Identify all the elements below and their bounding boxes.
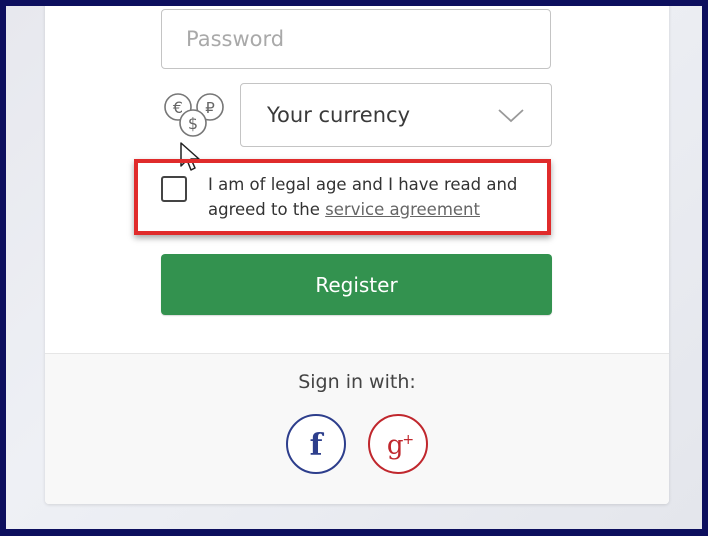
service-agreement-link[interactable]: service agreement xyxy=(325,200,480,219)
page-background: € ₽ $ Your currency I am of legal age an… xyxy=(6,6,702,529)
agreement-checkbox[interactable] xyxy=(161,176,187,202)
svg-text:$: $ xyxy=(188,114,198,133)
register-button[interactable]: Register xyxy=(161,254,552,315)
google-plus-sign-in-button[interactable]: g + xyxy=(368,414,428,474)
currency-select-value: Your currency xyxy=(267,103,411,127)
agreement-label: I am of legal age and I have read and ag… xyxy=(208,172,548,222)
facebook-icon: f xyxy=(310,428,325,463)
svg-text:+: + xyxy=(402,432,414,448)
registration-card: € ₽ $ Your currency I am of legal age an… xyxy=(45,6,669,504)
sign-in-with-label: Sign in with: xyxy=(298,371,416,393)
password-input[interactable] xyxy=(161,9,551,69)
currency-select[interactable]: Your currency xyxy=(240,83,552,147)
facebook-sign-in-button[interactable]: f xyxy=(286,414,346,474)
currency-coins-icon: € ₽ $ xyxy=(164,93,224,137)
social-sign-in-section: Sign in with: f g + xyxy=(45,354,669,504)
google-plus-icon: g + xyxy=(387,430,414,460)
svg-text:g: g xyxy=(387,430,404,460)
chevron-down-icon xyxy=(498,109,524,123)
svg-text:f: f xyxy=(310,428,325,463)
svg-text:€: € xyxy=(173,98,183,117)
svg-text:₽: ₽ xyxy=(205,99,215,117)
